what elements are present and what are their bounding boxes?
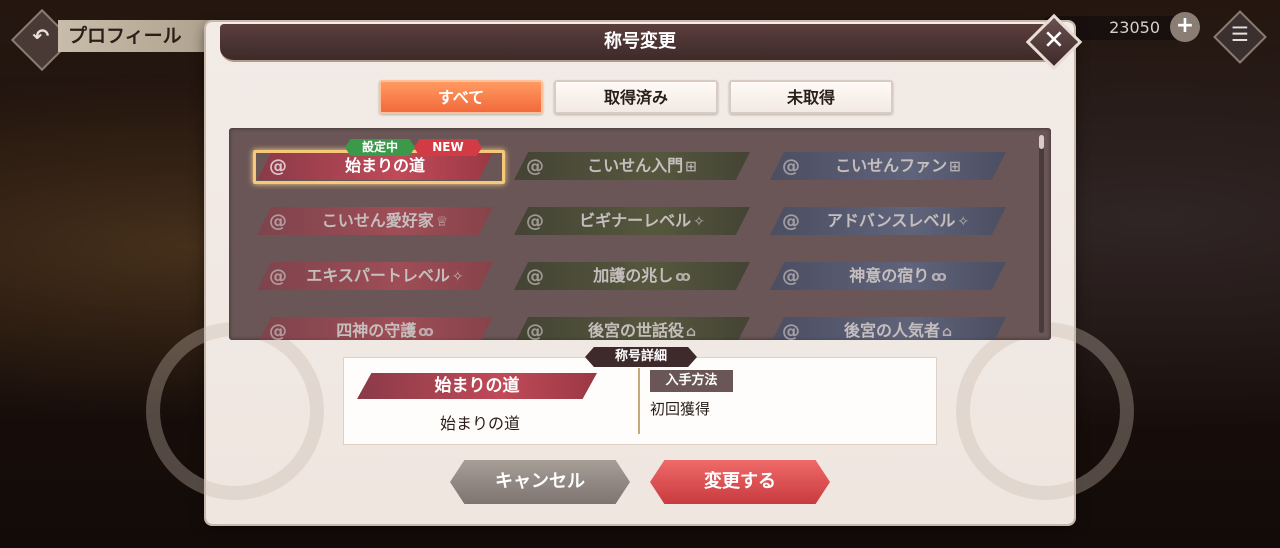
title-item[interactable]: @ 四神の守護 ꝏ bbox=[257, 317, 493, 340]
title-symbol-icon: ✧ bbox=[693, 214, 705, 230]
title-item[interactable]: @ こいせん愛好家 ♕ bbox=[257, 207, 493, 235]
title-symbol-icon: ⊞ bbox=[949, 159, 961, 175]
swirl-icon: @ bbox=[526, 156, 544, 177]
title-item-label: 後宮の人気者 bbox=[843, 321, 940, 340]
title-item[interactable]: @ 神意の宿り ꝏ bbox=[770, 262, 1006, 290]
back-arrow-icon: ↶ bbox=[32, 24, 50, 49]
close-icon: ✕ bbox=[1043, 25, 1065, 56]
title-item-label: 神意の宿り bbox=[849, 266, 930, 285]
swirl-icon: @ bbox=[526, 266, 544, 287]
method-value: 初回獲得 bbox=[650, 400, 711, 418]
title-item[interactable]: @ ビギナーレベル ✧ bbox=[514, 207, 750, 235]
new-badge: NEW bbox=[414, 139, 482, 156]
current-badge: 設定中 bbox=[345, 139, 415, 156]
title-symbol-icon: ♕ bbox=[435, 214, 449, 230]
title-item[interactable]: @ 後宮の人気者 ⌂ bbox=[770, 317, 1006, 340]
title-item[interactable]: @ こいせん入門 ⊞ bbox=[514, 152, 750, 180]
swirl-icon: @ bbox=[782, 156, 800, 177]
title-item-label: 加護の兆し bbox=[593, 266, 674, 285]
title-symbol-icon: ꝏ bbox=[931, 269, 947, 285]
title-item-label: 後宮の世話役 bbox=[587, 321, 684, 340]
ornament-left bbox=[146, 322, 324, 500]
cancel-button[interactable]: キャンセル bbox=[450, 460, 630, 504]
tab-all[interactable]: すべて bbox=[379, 80, 543, 114]
method-label: 入手方法 bbox=[650, 370, 733, 392]
title-symbol-icon: ⌂ bbox=[941, 324, 953, 340]
title-item[interactable]: @ こいせんファン ⊞ bbox=[770, 152, 1006, 180]
title-item[interactable]: @ アドバンスレベル ✧ bbox=[770, 207, 1006, 235]
title-symbol-icon: ꝏ bbox=[418, 324, 434, 340]
title-item-label: アドバンスレベル bbox=[826, 211, 956, 230]
detail-title-ribbon: 始まりの道 bbox=[357, 373, 597, 399]
title-item-label: こいせんファン bbox=[835, 156, 948, 175]
title-symbol-icon: ✧ bbox=[451, 269, 464, 285]
title-item-label: こいせん入門 bbox=[587, 156, 684, 175]
title-symbol-icon: ⊞ bbox=[685, 159, 697, 175]
swirl-icon: @ bbox=[269, 321, 287, 340]
swirl-icon: @ bbox=[782, 211, 800, 232]
tab-unobtained[interactable]: 未取得 bbox=[729, 80, 893, 114]
title-item[interactable]: @ 加護の兆し ꝏ bbox=[514, 262, 750, 290]
swirl-icon: @ bbox=[526, 211, 544, 232]
detail-header: 称号詳細 bbox=[585, 347, 697, 367]
title-item[interactable]: @ エキスパートレベル ✧ bbox=[257, 262, 493, 290]
dialog-title: 称号変更 bbox=[220, 24, 1060, 62]
swirl-icon: @ bbox=[269, 266, 287, 287]
change-button[interactable]: 変更する bbox=[650, 460, 830, 504]
scroll-thumb[interactable] bbox=[1039, 135, 1044, 149]
title-item[interactable]: @ 後宮の世話役 ⌂ bbox=[514, 317, 750, 340]
title-item-label: こいせん愛好家 bbox=[321, 211, 434, 230]
swirl-icon: @ bbox=[782, 266, 800, 287]
list-scrollbar[interactable] bbox=[1039, 135, 1044, 333]
ornament-right bbox=[956, 322, 1134, 500]
title-item-label: ビギナーレベル bbox=[579, 211, 692, 230]
swirl-icon: @ bbox=[526, 321, 544, 340]
menu-icon: ☰ bbox=[1231, 22, 1249, 47]
title-symbol-icon: ꝏ bbox=[675, 269, 691, 285]
title-symbol-icon: ✧ bbox=[957, 214, 970, 230]
title-symbol-icon: ⌂ bbox=[685, 324, 697, 340]
swirl-icon: @ bbox=[782, 321, 800, 340]
detail-title-name: 始まりの道 bbox=[439, 414, 520, 433]
swirl-icon: @ bbox=[269, 211, 287, 232]
tab-obtained[interactable]: 取得済み bbox=[554, 80, 718, 114]
detail-divider bbox=[638, 368, 640, 434]
title-item-label: エキスパートレベル bbox=[306, 266, 450, 285]
add-currency-button[interactable]: + bbox=[1170, 12, 1200, 42]
title-item-label: 四神の守護 bbox=[336, 321, 417, 340]
